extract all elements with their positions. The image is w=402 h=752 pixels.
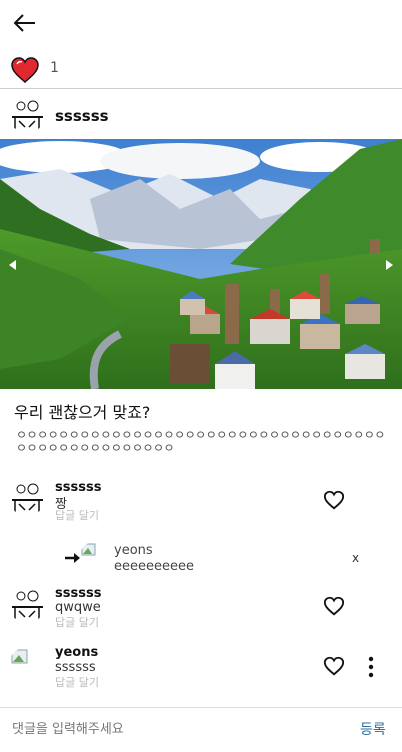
- top-bar: [0, 0, 402, 46]
- avatar-cartoon-icon: [9, 480, 45, 516]
- post-photo: [0, 139, 402, 389]
- like-count: 1: [50, 60, 59, 76]
- reply-author[interactable]: yeons: [114, 543, 153, 558]
- broken-image-icon: [80, 542, 108, 570]
- delete-reply-button[interactable]: x: [352, 551, 359, 565]
- reply-button[interactable]: 답글 달기: [55, 507, 99, 523]
- prev-image-arrow-icon[interactable]: [6, 258, 20, 272]
- post-caption: 우리 괜찮으거 맞죠?: [14, 403, 151, 422]
- post-body: ㅇㅇㅇㅇㅇㅇㅇㅇㅇㅇㅇㅇㅇㅇㅇㅇㅇㅇㅇㅇㅇㅇㅇㅇㅇㅇㅇㅇㅇㅇㅇㅇㅇㅇㅇㅇㅇㅇㅇㅇ…: [16, 428, 385, 455]
- likes-bar: 1: [0, 50, 402, 89]
- post-author-name[interactable]: ssssss: [55, 107, 109, 125]
- comment-author[interactable]: yeons: [55, 645, 98, 660]
- landscape-image: [0, 139, 402, 389]
- arrow-left-icon[interactable]: [12, 10, 38, 36]
- comment-input[interactable]: [10, 713, 344, 745]
- more-options-icon[interactable]: [367, 656, 375, 678]
- heart-outline-icon[interactable]: [323, 655, 345, 677]
- submit-comment-button[interactable]: 등록: [360, 719, 386, 739]
- post-author-row: ssssss: [0, 95, 402, 135]
- comment-text: qwqwe: [55, 600, 101, 615]
- heart-outline-icon[interactable]: [323, 489, 345, 511]
- comment-author[interactable]: ssssss: [55, 586, 101, 601]
- filled-heart-icon[interactable]: [10, 56, 40, 84]
- comment-avatar[interactable]: [9, 587, 45, 623]
- avatar-cartoon-icon: [9, 587, 45, 623]
- reply-arrow-icon: [65, 553, 80, 563]
- comment-avatar[interactable]: [9, 480, 45, 516]
- broken-image-icon: [9, 647, 45, 683]
- comment-avatar[interactable]: [9, 647, 45, 683]
- reply-avatar[interactable]: [80, 542, 108, 570]
- reply-text: eeeeeeeeee: [114, 559, 194, 574]
- reply-button[interactable]: 답글 달기: [55, 614, 99, 630]
- heart-outline-icon[interactable]: [323, 595, 345, 617]
- reply-button[interactable]: 답글 달기: [55, 674, 99, 690]
- avatar-cartoon-icon: [9, 97, 45, 133]
- comment-text: ssssss: [55, 660, 96, 675]
- avatar[interactable]: [9, 97, 45, 133]
- next-image-arrow-icon[interactable]: [382, 258, 396, 272]
